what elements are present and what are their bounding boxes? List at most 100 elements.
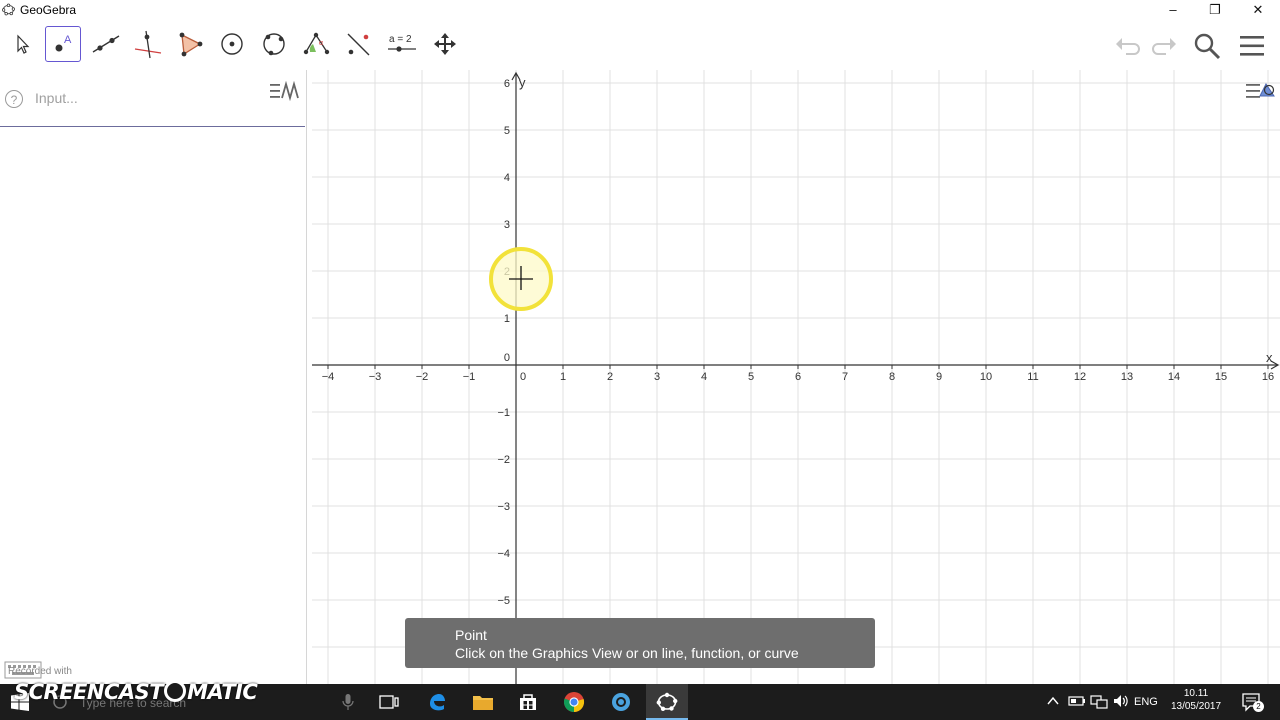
undo-button[interactable]: [1114, 32, 1144, 58]
microphone-button[interactable]: [334, 689, 362, 715]
tool-reflect[interactable]: [340, 26, 376, 62]
circle-center-icon: [221, 33, 243, 55]
task-view-icon: [379, 695, 399, 709]
folder-icon: [473, 696, 493, 710]
y-tick-label: −5: [497, 595, 510, 607]
network-button[interactable]: [1090, 693, 1108, 709]
point-icon: A: [55, 34, 72, 52]
help-icon[interactable]: ?: [5, 90, 23, 108]
x-tick-label: 11: [1027, 371, 1038, 383]
x-tick-label: 9: [936, 371, 942, 383]
x-tick-label: 16: [1262, 371, 1274, 383]
cursor-highlight: [489, 247, 553, 311]
clock-time: 10.11: [1183, 688, 1209, 699]
speaker-icon: [1114, 695, 1128, 707]
geogebra-taskbar-icon-holder: [653, 689, 681, 715]
language-indicator[interactable]: ENG: [1134, 696, 1158, 708]
move-arrows-icon: [434, 33, 456, 55]
algebra-view: [0, 70, 307, 684]
x-tick-label: 7: [842, 371, 848, 383]
y-tick-label: 3: [504, 219, 510, 231]
file-explorer-button[interactable]: [469, 689, 497, 715]
x-tick-label: −1: [463, 371, 476, 383]
y-axis-label: y: [519, 75, 526, 90]
action-center-button[interactable]: 2: [1240, 690, 1264, 714]
tooltip-title: Point: [455, 627, 487, 643]
redo-icon: [1152, 38, 1176, 55]
tool-slider[interactable]: a = 2: [384, 26, 420, 62]
hamburger-menu-icon: [1240, 36, 1264, 56]
tool-move-graphics[interactable]: [427, 26, 463, 62]
microphone-icon: [342, 694, 354, 710]
x-tick-label: −3: [369, 371, 382, 383]
title-bar: [0, 0, 1280, 20]
graphics-view[interactable]: −4−3−2−1012345678910111213141516 6543210…: [312, 70, 1280, 684]
x-tick-label: 1: [560, 371, 566, 383]
redo-button[interactable]: [1148, 32, 1178, 58]
x-tick-label: 10: [980, 371, 992, 383]
edge-browser-icon: [430, 694, 445, 711]
store-bag-icon: [520, 694, 536, 710]
graphics-style-bar-icon[interactable]: [1244, 78, 1278, 104]
edge-button[interactable]: [423, 689, 451, 715]
clock-date: 13/05/2017: [1170, 701, 1222, 712]
minimize-button[interactable]: –: [1152, 0, 1194, 20]
chrome-button[interactable]: [560, 689, 588, 715]
algebra-style-bar-icon[interactable]: [268, 80, 300, 102]
line-icon: [92, 35, 120, 53]
tool-point[interactable]: A: [45, 26, 81, 62]
y-tick-label: 1: [504, 313, 510, 325]
battery-button[interactable]: [1068, 693, 1086, 709]
x-tick-label: 15: [1215, 371, 1227, 383]
volume-button[interactable]: [1112, 693, 1130, 709]
watermark-brand: SCREENCAST: [14, 680, 164, 704]
restore-button[interactable]: ❐: [1194, 0, 1236, 20]
x-tick-label: 2: [607, 371, 613, 383]
perpendicular-line-icon: [134, 30, 162, 59]
y-tick-label: 5: [504, 125, 510, 137]
slider-icon: a = 2: [388, 34, 416, 52]
x-tick-label: 5: [748, 371, 754, 383]
x-tick-label: 3: [654, 371, 660, 383]
close-button[interactable]: ✕: [1237, 0, 1279, 20]
circle-three-points-icon: [263, 33, 285, 56]
network-icon: [1090, 695, 1108, 709]
tool-move[interactable]: [4, 26, 40, 62]
x-tick-labels: −4 −3 −2 −1 0 1 2 3 4 5 6 7 8 9 10 11 12 13 14 15 16: [322, 371, 1274, 383]
screencast-app-icon: [612, 693, 630, 711]
x-tick-label: −2: [416, 371, 429, 383]
undo-icon: [1116, 38, 1140, 55]
y-tick-labels: 6543210−1−2−3−4−5: [497, 78, 510, 607]
tool-circle-three-points[interactable]: [256, 26, 292, 62]
geogebra-logo-icon: [2, 3, 15, 16]
slider-label: a = 2: [389, 34, 412, 45]
tool-polygon[interactable]: [172, 26, 208, 62]
tooltip-text: Click on the Graphics View or on line, f…: [455, 645, 799, 661]
angle-icon: α: [303, 32, 330, 55]
x-tick-label: 14: [1168, 371, 1180, 383]
x-tick-label: 0: [520, 371, 526, 383]
tool-perpendicular[interactable]: [130, 26, 166, 62]
y-tick-label: 0: [504, 352, 510, 364]
notification-count-badge: 2: [1253, 701, 1264, 712]
x-tick-label: 12: [1074, 371, 1086, 383]
tray-overflow-button[interactable]: [1046, 694, 1060, 708]
tool-angle[interactable]: α: [298, 26, 334, 62]
tool-line[interactable]: [88, 26, 124, 62]
store-button[interactable]: [514, 689, 542, 715]
geogebra-icon: [656, 692, 678, 711]
x-tick-label: 8: [889, 371, 895, 383]
watermark-brand-2: MATIC: [187, 680, 258, 704]
task-view-button[interactable]: [375, 689, 403, 715]
screencast-app-button[interactable]: [607, 689, 635, 715]
y-tick-label: −2: [497, 454, 510, 466]
clock[interactable]: 10.11 13/05/2017: [1168, 687, 1224, 713]
search-button[interactable]: [1192, 31, 1222, 61]
x-tick-label: 4: [701, 371, 707, 383]
window-title: GeoGebra: [20, 3, 77, 17]
x-tick-label: −4: [322, 371, 335, 383]
tool-circle-center[interactable]: [214, 26, 250, 62]
chrome-icon: [563, 692, 585, 713]
main-menu-button[interactable]: [1238, 33, 1266, 59]
algebra-input-field[interactable]: Input...: [35, 90, 78, 106]
